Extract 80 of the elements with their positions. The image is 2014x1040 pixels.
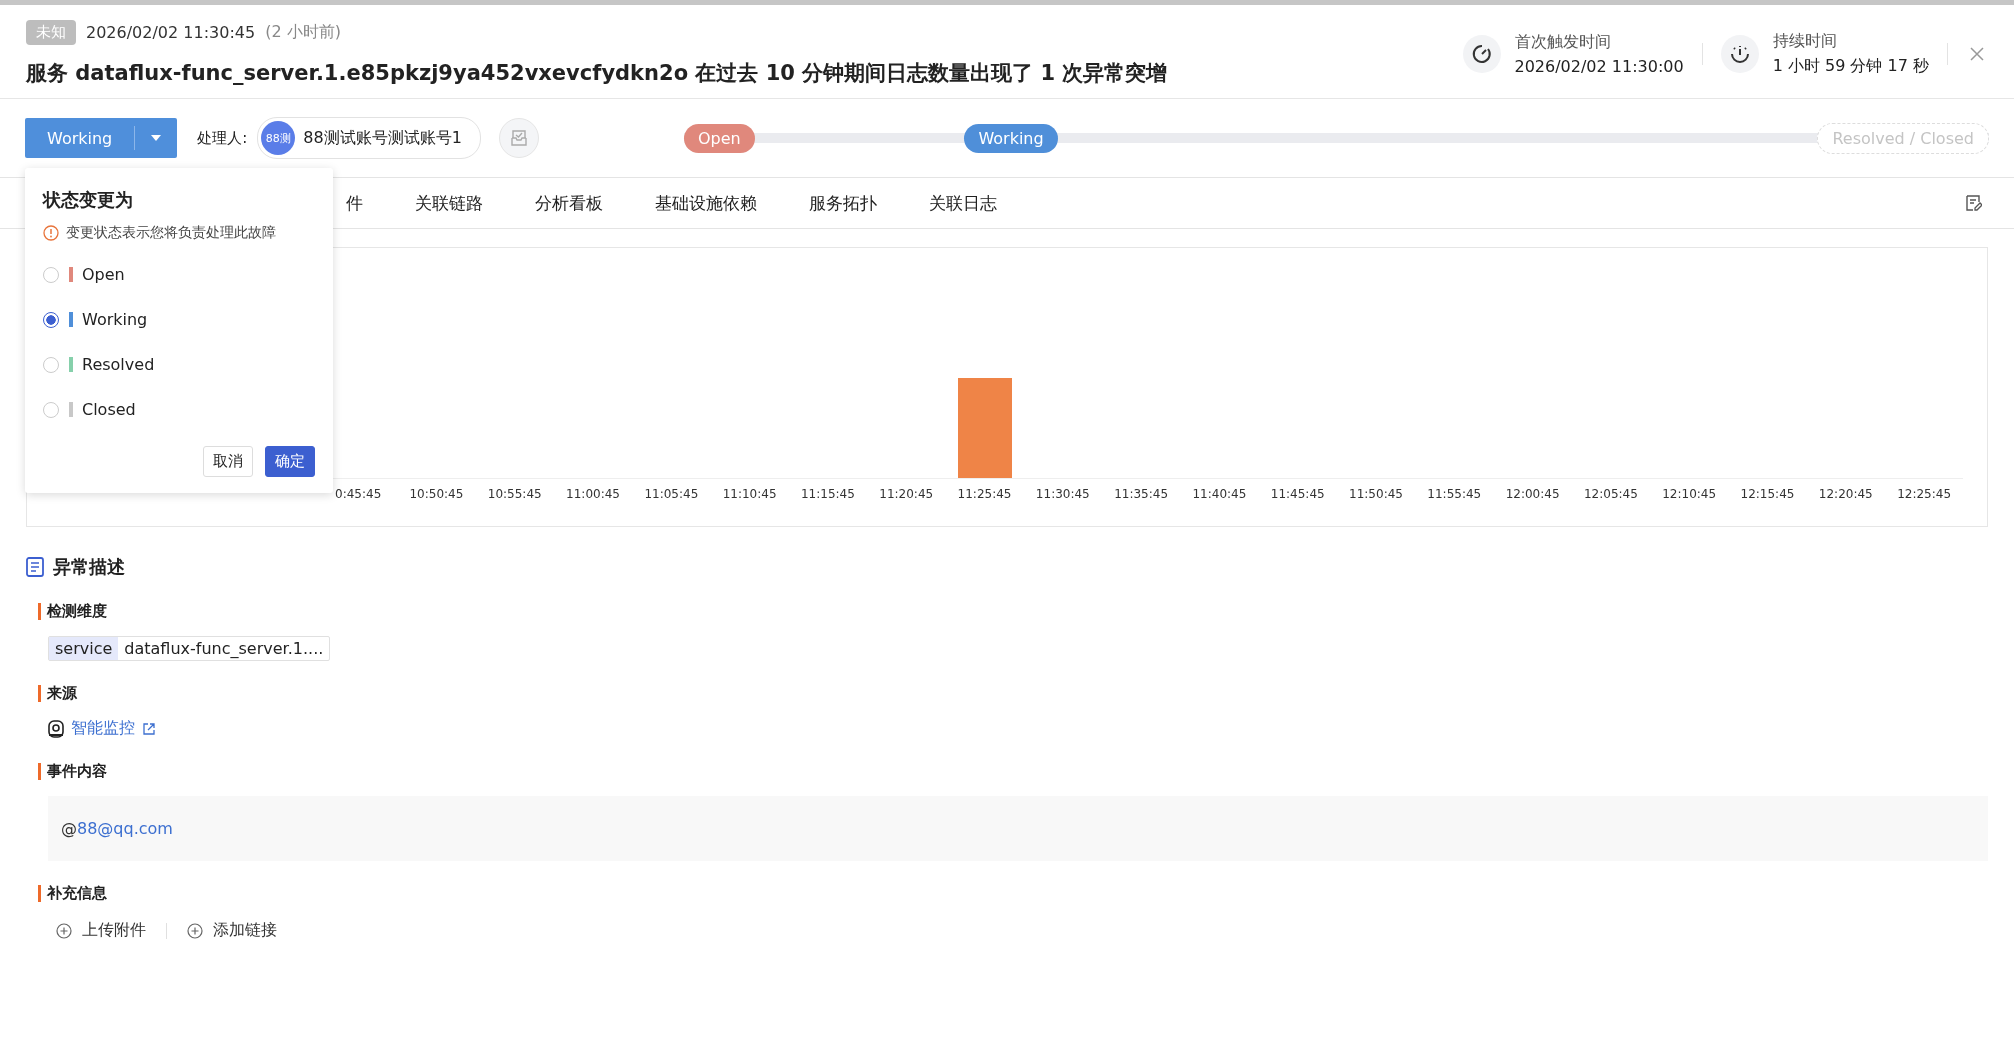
tab[interactable]: 基础设施依赖 (629, 179, 783, 227)
severity-badge: 未知 (26, 20, 76, 45)
option-label: Open (82, 265, 125, 284)
axis-label: 10:50:45 (409, 487, 464, 501)
tab[interactable]: 关联日志 (903, 179, 1023, 227)
axis-label: 12:15:45 (1740, 487, 1795, 501)
notice-text: 变更状态表示您将负责处理此故障 (66, 224, 276, 242)
stat-label: 持续时间 (1772, 30, 1838, 52)
axis-label: 10:55:45 (487, 487, 542, 501)
axis-label: 11:00:45 (566, 487, 620, 501)
incident-title: 服务 dataflux-func_server.1.e85pkzj9ya452vxevcfydkn2o 在过去 10 分钟期间日志数量出现了 1 次异常突增 (26, 60, 1168, 87)
section-title: 异常描述 (53, 555, 125, 579)
stat-label: 首次触发时间 (1514, 31, 1612, 53)
axis-label: 11:10:45 (722, 487, 777, 501)
plus-circle-icon (56, 922, 72, 939)
inbox-check-icon (509, 129, 528, 147)
field-label: 检测维度 (38, 603, 1988, 620)
caret-icon (151, 135, 162, 141)
assignee-chip[interactable]: 88测 88测试账号测试账号1 (257, 117, 481, 159)
axis-label: 11:05:45 (644, 487, 699, 501)
stat-value: 1 小时 59 分钟 17 秒 (1772, 55, 1929, 77)
relative-time: (2 小时前) (265, 22, 341, 43)
axis-label: 11:15:45 (800, 487, 855, 501)
status-stage: Working (964, 123, 1058, 153)
mention-prefix: @ (61, 819, 77, 838)
tab[interactable]: 分析看板 (509, 179, 629, 227)
field-label: 补充信息 (38, 885, 1988, 902)
add-button[interactable]: 添加链接 (187, 920, 277, 941)
tab[interactable]: 件 (320, 179, 389, 227)
axis-label: 11:35:45 (1114, 487, 1169, 501)
tab[interactable]: 关联链路 (389, 179, 509, 227)
mention-link[interactable]: 88@qq.com (77, 819, 173, 838)
status-option[interactable]: Resolved (43, 342, 315, 387)
external-link-icon (142, 721, 156, 736)
assignee-label: 处理人: (197, 128, 248, 148)
tab[interactable]: 服务拓扑 (783, 179, 903, 227)
stat-value: 2026/02/02 11:30:00 (1514, 56, 1684, 76)
axis-label: 12:00:45 (1505, 487, 1560, 501)
assignee-name: 88测试账号测试账号1 (303, 127, 462, 149)
assign-button[interactable] (498, 118, 539, 158)
option-label: Resolved (82, 355, 155, 374)
radio-button[interactable] (43, 311, 59, 328)
option-label: Working (82, 310, 148, 329)
monitor-icon (48, 719, 64, 738)
status-stage: Resolved / Closed (1817, 122, 1989, 154)
status-option[interactable]: Open (43, 252, 315, 297)
avatar: 88测 (261, 121, 296, 155)
tag-key: service (49, 637, 119, 660)
axis-label: 11:50:45 (1349, 487, 1403, 501)
axis-label: 11:20:45 (879, 487, 934, 501)
status-option[interactable]: Working (43, 297, 315, 342)
close-icon (1970, 46, 1984, 61)
tag-value: dataflux-func_server.1.... (123, 638, 325, 660)
axis-label: 0:45:45 (335, 487, 382, 501)
axis-label: 11:25:45 (957, 487, 1012, 501)
axis-label: 12:10:45 (1662, 487, 1717, 501)
source-link[interactable]: 智能监控 (71, 718, 135, 739)
plus-circle-icon (187, 922, 203, 939)
document-icon (26, 557, 44, 577)
cancel-button[interactable]: 取消 (203, 446, 253, 477)
edit-note-icon (1964, 194, 1982, 212)
field-label: 事件内容 (38, 763, 1988, 780)
popover-title: 状态变更为 (43, 188, 134, 212)
axis-label: 12:05:45 (1583, 487, 1638, 501)
confirm-button[interactable]: 确定 (265, 446, 315, 477)
warning-icon (43, 225, 59, 241)
add-button[interactable]: 上传附件 (56, 920, 146, 941)
axis-label: 11:40:45 (1192, 487, 1247, 501)
timestamp: 2026/02/02 11:30:45 (86, 23, 256, 42)
axis-label: 11:45:45 (1270, 487, 1325, 501)
axis-label: 11:30:45 (1035, 487, 1090, 501)
stopwatch-icon (1720, 34, 1759, 73)
option-label: Closed (82, 400, 136, 419)
axis-label: 11:55:45 (1427, 487, 1482, 501)
axis-label: 12:25:45 (1897, 487, 1952, 501)
status-option[interactable]: Closed (43, 387, 315, 432)
field-label: 来源 (38, 685, 1988, 702)
status-stage: Open (683, 123, 755, 153)
timer-icon (1462, 34, 1501, 73)
axis-label: 12:20:45 (1818, 487, 1873, 501)
